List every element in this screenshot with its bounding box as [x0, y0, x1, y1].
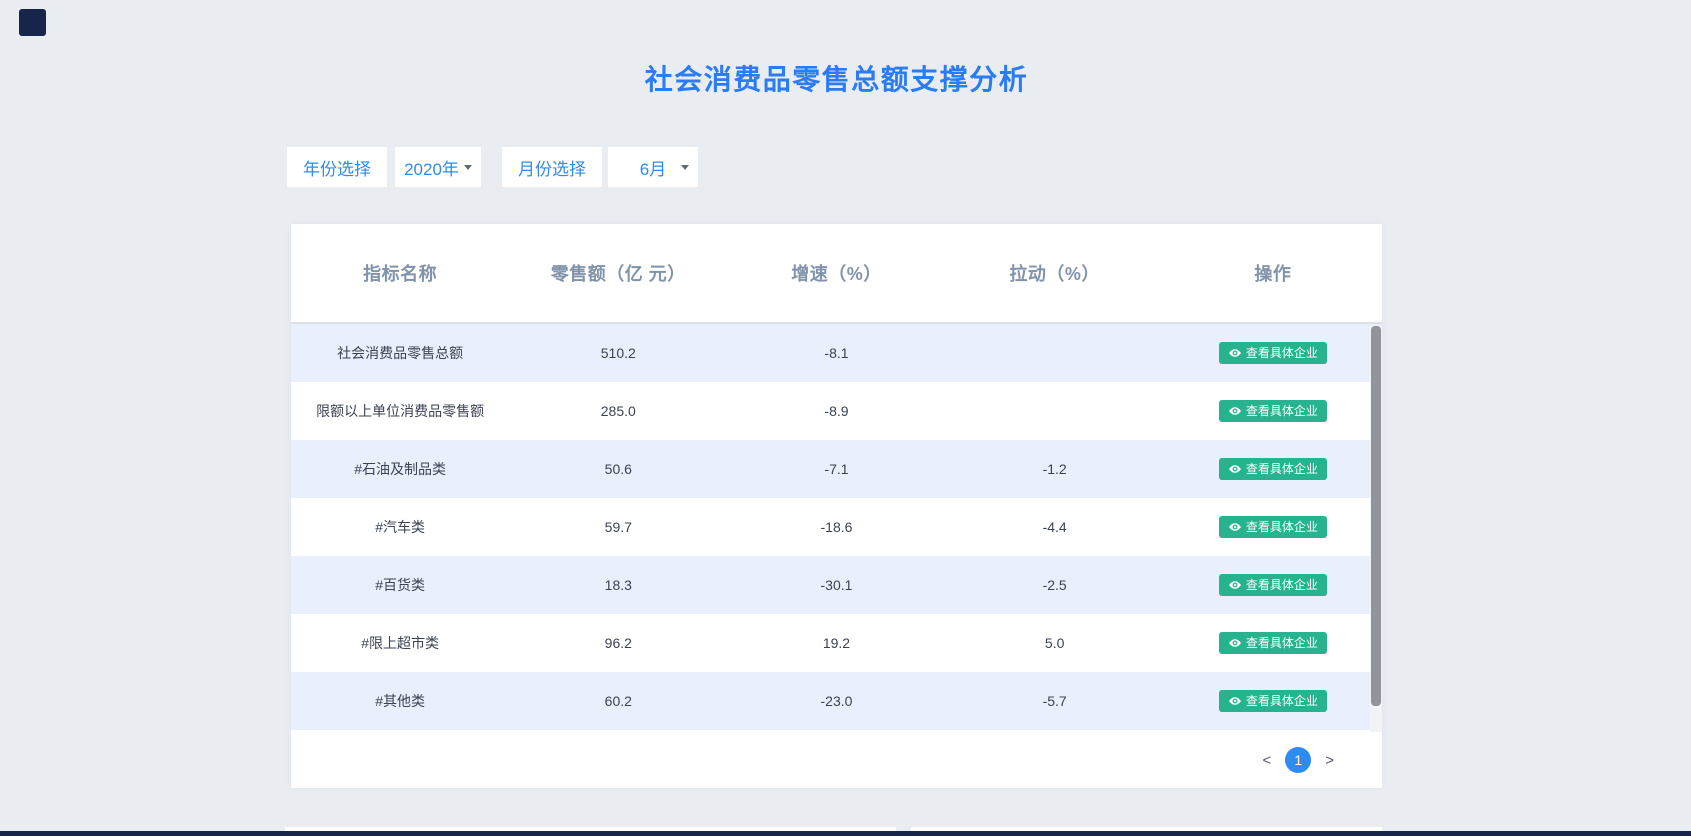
pagination: < 1 >	[1262, 747, 1334, 773]
cell-retail: 510.2	[509, 345, 727, 361]
prev-page-button[interactable]: <	[1262, 752, 1271, 769]
table-header-row: 指标名称 零售额（亿 元） 增速（%） 拉动（%） 操作	[291, 224, 1382, 324]
table-row: #百货类 18.3 -30.1 -2.5 查看具体企业	[291, 556, 1382, 614]
view-company-button[interactable]: 查看具体企业	[1219, 516, 1327, 538]
cell-indicator: 社会消费品零售总额	[291, 343, 509, 363]
month-filter-label: 月份选择	[502, 147, 602, 187]
page-title: 社会消费品零售总额支撑分析	[291, 58, 1382, 98]
cell-action: 查看具体企业	[1164, 516, 1382, 538]
bottom-edge-bar	[0, 831, 1691, 836]
month-select-value: 6月	[640, 155, 666, 180]
table-row: #限上超市类 96.2 19.2 5.0 查看具体企业	[291, 614, 1382, 672]
eye-icon	[1228, 462, 1242, 476]
cell-action: 查看具体企业	[1164, 574, 1382, 596]
chevron-down-icon	[681, 165, 689, 170]
cell-action: 查看具体企业	[1164, 400, 1382, 422]
view-company-button-label: 查看具体企业	[1246, 405, 1318, 417]
table-row: 社会消费品零售总额 510.2 -8.1 查看具体企业	[291, 324, 1382, 382]
column-header-action: 操作	[1164, 260, 1382, 286]
cell-action: 查看具体企业	[1164, 690, 1382, 712]
eye-icon	[1228, 578, 1242, 592]
cell-pull: -4.4	[946, 519, 1164, 535]
view-company-button[interactable]: 查看具体企业	[1219, 400, 1327, 422]
view-company-button[interactable]: 查看具体企业	[1219, 574, 1327, 596]
cell-indicator: #限上超市类	[291, 633, 509, 653]
view-company-button-label: 查看具体企业	[1246, 347, 1318, 359]
view-company-button[interactable]: 查看具体企业	[1219, 632, 1327, 654]
cell-pull: -5.7	[946, 693, 1164, 709]
cell-growth: 19.2	[727, 635, 945, 651]
table-row: 限额以上单位消费品零售额 285.0 -8.9 查看具体企业	[291, 382, 1382, 440]
column-header-retail: 零售额（亿 元）	[509, 260, 727, 286]
column-header-growth: 增速（%）	[727, 260, 945, 286]
table-row: #石油及制品类 50.6 -7.1 -1.2 查看具体企业	[291, 440, 1382, 498]
cell-growth: -23.0	[727, 693, 945, 709]
view-company-button-label: 查看具体企业	[1246, 695, 1318, 707]
cell-action: 查看具体企业	[1164, 632, 1382, 654]
chevron-down-icon	[464, 165, 472, 170]
column-header-pull: 拉动（%）	[946, 260, 1164, 286]
table-row: #汽车类 59.7 -18.6 -4.4 查看具体企业	[291, 498, 1382, 556]
view-company-button[interactable]: 查看具体企业	[1219, 690, 1327, 712]
year-filter-label: 年份选择	[287, 147, 387, 187]
eye-icon	[1228, 694, 1242, 708]
cell-indicator: 限额以上单位消费品零售额	[291, 401, 509, 421]
view-company-button[interactable]: 查看具体企业	[1219, 342, 1327, 364]
view-company-button-label: 查看具体企业	[1246, 463, 1318, 475]
current-page-button[interactable]: 1	[1285, 747, 1311, 773]
view-company-button-label: 查看具体企业	[1246, 521, 1318, 533]
cell-growth: -30.1	[727, 577, 945, 593]
table-row: #其他类 60.2 -23.0 -5.7 查看具体企业	[291, 672, 1382, 730]
cell-retail: 96.2	[509, 635, 727, 651]
table-body: 社会消费品零售总额 510.2 -8.1 查看具体企业 限额以上单位消费品零售额…	[291, 324, 1382, 730]
cell-growth: -18.6	[727, 519, 945, 535]
cell-indicator: #石油及制品类	[291, 459, 509, 479]
data-table-card: 指标名称 零售额（亿 元） 增速（%） 拉动（%） 操作 社会消费品零售总额 5…	[291, 224, 1382, 788]
cell-retail: 18.3	[509, 577, 727, 593]
eye-icon	[1228, 636, 1242, 650]
cell-retail: 59.7	[509, 519, 727, 535]
top-left-corner-decoration	[19, 9, 46, 36]
scrollbar-thumb[interactable]	[1371, 326, 1381, 706]
next-page-button[interactable]: >	[1325, 752, 1334, 769]
cell-indicator: #其他类	[291, 691, 509, 711]
year-select[interactable]: 2020年	[395, 147, 481, 187]
cell-retail: 50.6	[509, 461, 727, 477]
cell-retail: 285.0	[509, 403, 727, 419]
cell-indicator: #百货类	[291, 575, 509, 595]
cell-action: 查看具体企业	[1164, 458, 1382, 480]
eye-icon	[1228, 520, 1242, 534]
year-select-value: 2020年	[404, 155, 459, 180]
view-company-button-label: 查看具体企业	[1246, 637, 1318, 649]
cell-pull: -2.5	[946, 577, 1164, 593]
cell-growth: -7.1	[727, 461, 945, 477]
cell-pull: -1.2	[946, 461, 1164, 477]
cell-indicator: #汽车类	[291, 517, 509, 537]
view-company-button[interactable]: 查看具体企业	[1219, 458, 1327, 480]
table-footer: < 1 >	[291, 732, 1382, 788]
month-select[interactable]: 6月	[608, 147, 698, 187]
cell-growth: -8.9	[727, 403, 945, 419]
table-scrollbar[interactable]	[1370, 326, 1382, 732]
cell-retail: 60.2	[509, 693, 727, 709]
view-company-button-label: 查看具体企业	[1246, 579, 1318, 591]
cell-growth: -8.1	[727, 345, 945, 361]
cell-action: 查看具体企业	[1164, 342, 1382, 364]
cell-pull: 5.0	[946, 635, 1164, 651]
eye-icon	[1228, 346, 1242, 360]
column-header-indicator: 指标名称	[291, 260, 509, 286]
eye-icon	[1228, 404, 1242, 418]
